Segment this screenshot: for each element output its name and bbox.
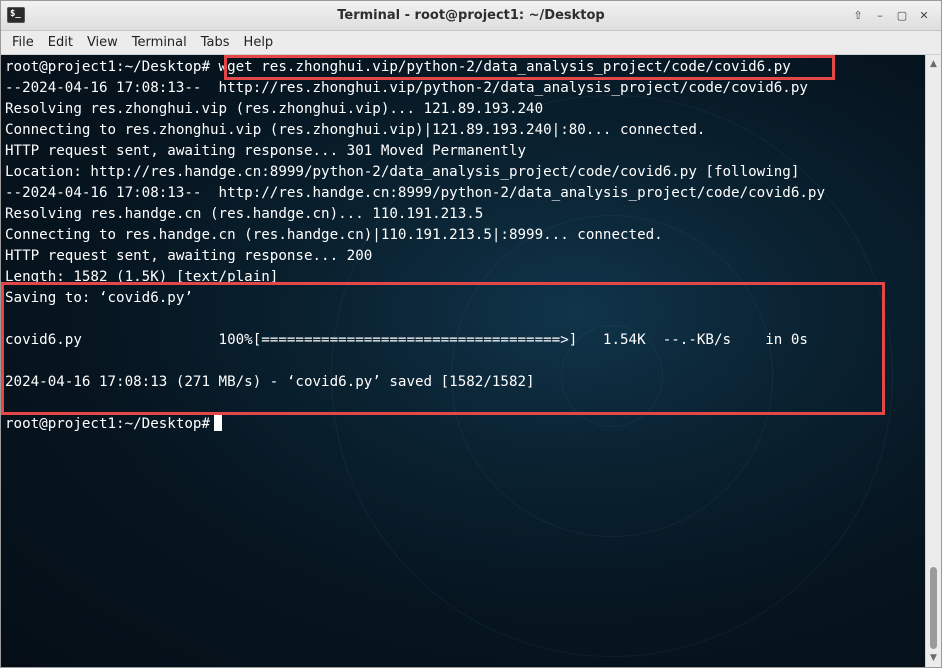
- window-controls: ⇧ – ▢ ✕: [849, 7, 933, 25]
- title-bar[interactable]: $_ Terminal - root@project1: ~/Desktop ⇧…: [1, 1, 941, 31]
- menu-file[interactable]: File: [5, 31, 41, 55]
- roll-up-icon[interactable]: ⇧: [849, 7, 867, 25]
- output-line: HTTP request sent, awaiting response... …: [5, 248, 373, 264]
- scroll-up-icon[interactable]: ▲: [926, 57, 941, 71]
- output-line: Resolving res.handge.cn (res.handge.cn).…: [5, 206, 484, 222]
- output-line: Connecting to res.zhonghui.vip (res.zhon…: [5, 122, 706, 138]
- menu-help[interactable]: Help: [237, 31, 281, 55]
- window-title: Terminal - root@project1: ~/Desktop: [337, 8, 605, 23]
- scroll-down-icon[interactable]: ▼: [926, 651, 941, 665]
- scrollbar-thumb[interactable]: [930, 567, 937, 649]
- text-cursor: [214, 414, 222, 431]
- output-line: --2024-04-16 17:08:13-- http://res.zhong…: [5, 80, 808, 96]
- prompt: root@project1:~/Desktop#: [5, 59, 210, 75]
- maximize-icon[interactable]: ▢: [893, 7, 911, 25]
- download-result-highlight-box: [1, 282, 885, 415]
- terminal-window: $_ Terminal - root@project1: ~/Desktop ⇧…: [0, 0, 942, 668]
- output-line: Location: http://res.handge.cn:8999/pyth…: [5, 164, 800, 180]
- menu-bar: File Edit View Terminal Tabs Help: [1, 31, 941, 55]
- menu-view[interactable]: View: [80, 31, 125, 55]
- minimize-icon[interactable]: –: [871, 7, 889, 25]
- prompt-line: root@project1:~/Desktop#: [5, 414, 825, 435]
- output-line: HTTP request sent, awaiting response... …: [5, 143, 527, 159]
- output-line: Connecting to res.handge.cn (res.handge.…: [5, 227, 663, 243]
- terminal-output-area[interactable]: root@project1:~/Desktop# wget res.zhongh…: [1, 55, 925, 667]
- prompt: root@project1:~/Desktop#: [5, 416, 210, 432]
- output-line: --2024-04-16 17:08:13-- http://res.handg…: [5, 185, 825, 201]
- vertical-scrollbar[interactable]: ▲ ▼: [925, 55, 941, 667]
- close-icon[interactable]: ✕: [915, 7, 933, 25]
- menu-tabs[interactable]: Tabs: [194, 31, 237, 55]
- menu-edit[interactable]: Edit: [41, 31, 80, 55]
- menu-terminal[interactable]: Terminal: [125, 31, 194, 55]
- command-highlight-box: [224, 55, 835, 80]
- output-line: Resolving res.zhonghui.vip (res.zhonghui…: [5, 101, 544, 117]
